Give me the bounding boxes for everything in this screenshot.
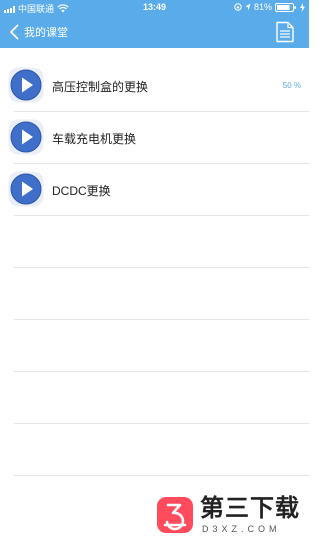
lesson-row[interactable]: DCDC更换: [0, 164, 309, 216]
lesson-title: 车载充电机更换: [52, 132, 137, 146]
orientation-lock-icon: [234, 3, 242, 11]
empty-row: [0, 216, 309, 268]
lesson-row[interactable]: 车载充电机更换: [0, 112, 309, 164]
play-icon: [8, 119, 44, 155]
back-button[interactable]: 我的课堂: [8, 16, 68, 48]
battery-percent: 81%: [253, 2, 272, 12]
play-icon: [8, 67, 44, 103]
battery-icon: [275, 2, 296, 12]
watermark-subtext: D3XZ.COM: [202, 524, 281, 534]
status-right: 81%: [234, 2, 305, 12]
empty-row: [0, 320, 309, 372]
play-icon: [8, 171, 44, 207]
page-title: 我的课堂: [24, 27, 68, 39]
lesson-title: DCDC更换: [52, 184, 111, 198]
lesson-list: 高压控制盒的更换 50 % 车载充电机更换 DCDC更换: [0, 60, 309, 476]
location-icon: [245, 3, 251, 11]
lesson-title: 高压控制盒的更换: [52, 80, 149, 94]
status-bar: 中国联通 13:49 81%: [0, 0, 309, 16]
download-logo-icon: [157, 497, 193, 533]
empty-row: [0, 372, 309, 424]
lesson-row[interactable]: 高压控制盒的更换 50 %: [0, 60, 309, 112]
watermark: 第三下载 D3XZ.COM: [156, 496, 306, 540]
nav-bar: 我的课堂: [0, 16, 309, 48]
chevron-left-icon: [10, 24, 19, 40]
empty-row: [0, 268, 309, 320]
empty-row: [0, 424, 309, 476]
charging-icon: [300, 2, 305, 12]
lesson-progress: 50 %: [282, 81, 301, 90]
document-icon[interactable]: [275, 21, 295, 43]
watermark-text: 第三下载: [200, 495, 300, 522]
